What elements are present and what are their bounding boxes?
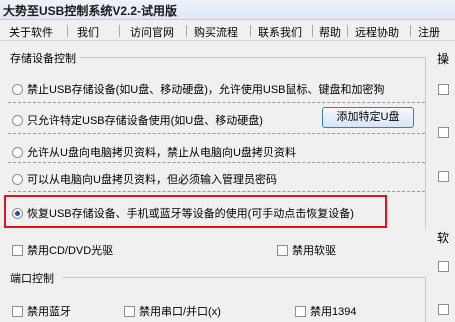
checkbox-label: 禁用1394 — [310, 306, 357, 318]
checkbox-label: 禁用蓝牙 — [27, 306, 71, 318]
menu-help[interactable]: 帮助 — [319, 24, 341, 40]
storage-section-title: 存储设备控制 — [10, 53, 76, 65]
disable-1394-checkbox[interactable]: 禁用1394 — [295, 303, 356, 319]
menu-separator — [67, 25, 68, 37]
option-label: 允许从U盘向电脑拷贝资料，禁止从电脑向U盘拷贝资料 — [27, 147, 296, 159]
menu-separator — [312, 25, 313, 37]
highlight-box — [4, 195, 387, 228]
menu-separator — [186, 25, 187, 37]
option-label: 只允许特定USB存储设备使用(如U盘、移动硬盘) — [27, 115, 263, 127]
window-title: 大势至USB控制系统V2.2-试用版 — [3, 4, 178, 18]
menu-separator — [410, 25, 411, 37]
option-allow-specific-usb[interactable]: 只允许特定USB存储设备使用(如U盘、移动硬盘) — [12, 112, 263, 128]
radio-button[interactable] — [12, 146, 23, 158]
option-divider — [8, 133, 425, 134]
option-divider — [8, 162, 425, 163]
right-panel-checkbox[interactable] — [438, 127, 449, 138]
checkbox-label: 禁用串口/并口(x) — [139, 306, 221, 318]
checkbox-label: 禁用CD/DVD光驱 — [27, 245, 114, 257]
group-divider — [62, 277, 425, 278]
checkbox[interactable] — [12, 305, 23, 317]
radio-button[interactable] — [12, 114, 23, 126]
port-section-title: 端口控制 — [10, 273, 54, 285]
group-border — [425, 277, 426, 322]
option-usb-to-pc-only[interactable]: 允许从U盘向电脑拷贝资料，禁止从电脑向U盘拷贝资料 — [12, 144, 296, 160]
menu-register[interactable]: 注册 — [418, 24, 440, 40]
title-bar: 大势至USB控制系统V2.2-试用版 — [0, 0, 455, 20]
menu-contact[interactable]: 联系我们 — [258, 24, 302, 40]
option-disable-usb-storage[interactable]: 禁止USB存储设备(如U盘、移动硬盘)，允许使用USB鼠标、键盘和加密狗 — [12, 81, 385, 97]
disable-serial-parallel-checkbox[interactable]: 禁用串口/并口(x) — [124, 303, 221, 319]
group-divider — [80, 57, 425, 58]
menu-separator — [119, 25, 120, 37]
right-panel-checkbox[interactable] — [438, 84, 449, 95]
right-panel-checkbox[interactable] — [438, 261, 449, 272]
menu-us[interactable]: 我们 — [77, 24, 99, 40]
checkbox-label: 禁用软驱 — [292, 245, 336, 257]
menu-bar: 关于软件 我们 访问官网 购买流程 联系我们 帮助 远程协助 注册 — [0, 21, 455, 41]
radio-button[interactable] — [12, 83, 23, 95]
option-divider — [8, 102, 425, 103]
right-panel-label-top: 操 — [437, 52, 450, 66]
radio-button[interactable] — [12, 173, 23, 185]
checkbox[interactable] — [12, 244, 23, 256]
add-specific-usb-button[interactable]: 添加特定U盘 — [322, 107, 414, 128]
menu-separator — [347, 25, 348, 37]
menu-separator — [250, 25, 251, 37]
menu-about[interactable]: 关于软件 — [9, 24, 53, 40]
right-panel-checkbox[interactable] — [438, 171, 449, 182]
disable-floppy-checkbox[interactable]: 禁用软驱 — [277, 242, 336, 258]
disable-bluetooth-checkbox[interactable]: 禁用蓝牙 — [12, 303, 71, 319]
checkbox[interactable] — [295, 305, 306, 317]
option-label: 可以从电脑向U盘拷贝资料，但必须输入管理员密码 — [27, 174, 277, 186]
option-label: 禁止USB存储设备(如U盘、移动硬盘)，允许使用USB鼠标、键盘和加密狗 — [27, 84, 385, 96]
group-border — [425, 57, 426, 229]
checkbox[interactable] — [124, 305, 135, 317]
menu-website[interactable]: 访问官网 — [130, 24, 174, 40]
disable-cd-dvd-checkbox[interactable]: 禁用CD/DVD光驱 — [12, 242, 113, 258]
menu-purchase[interactable]: 购买流程 — [194, 24, 238, 40]
checkbox[interactable] — [277, 244, 288, 256]
right-panel-label-bottom: 软 — [437, 231, 450, 245]
menu-remote[interactable]: 远程协助 — [355, 24, 399, 40]
option-divider — [8, 191, 425, 192]
right-panel-checkbox[interactable] — [438, 304, 449, 315]
option-pc-to-usb-with-password[interactable]: 可以从电脑向U盘拷贝资料，但必须输入管理员密码 — [12, 171, 277, 187]
